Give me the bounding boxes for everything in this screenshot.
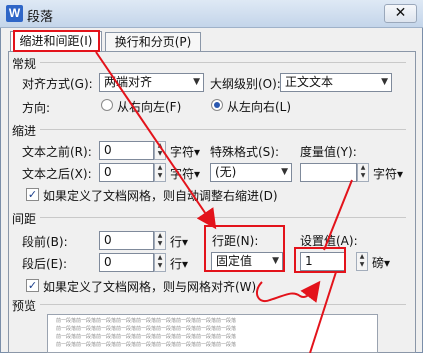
space-after-input[interactable]: 0 [99, 253, 154, 272]
direction-label: 方向: [22, 101, 51, 115]
chevron-down-icon: ▼ [281, 167, 288, 177]
rtl-radio[interactable] [101, 99, 113, 111]
outline-level-label: 大纲级别(O): [210, 77, 281, 91]
special-format-value: (无) [215, 165, 237, 179]
highlight-set-value-box [294, 247, 346, 273]
rtl-label: 从右向左(F) [117, 100, 182, 114]
ltr-radio[interactable] [211, 99, 223, 111]
close-button[interactable]: ✕ [384, 4, 417, 23]
ltr-label: 从左向右(L) [227, 100, 292, 114]
chevron-down-icon: ▼ [381, 77, 388, 87]
preview-text-line: 前一段落前一段落前一段落前一段落前一段落前一段落前一段落前一段落前一段落 [56, 334, 237, 340]
space-before-label: 段前(B): [22, 235, 68, 249]
dialog-title: 段落 [27, 10, 54, 25]
measure-unit[interactable]: 字符▾ [373, 165, 403, 182]
outline-level-value: 正文文本 [285, 75, 334, 89]
space-after-label: 段后(E): [22, 257, 67, 271]
set-value-unit[interactable]: 磅▾ [372, 254, 390, 271]
title-bar[interactable] [0, 0, 423, 28]
chevron-down-icon: ▼ [193, 77, 200, 87]
measure-label: 度量值(Y): [300, 145, 357, 159]
set-value-spinner[interactable]: ▲ ▼ [356, 252, 368, 271]
alignment-value: 两端对齐 [104, 75, 153, 89]
special-format-select[interactable]: (无) ▼ [210, 163, 292, 182]
space-before-input[interactable]: 0 [99, 231, 154, 250]
indent-before-unit[interactable]: 字符▾ [170, 143, 200, 160]
preview-pane: 前一段落前一段落前一段落前一段落前一段落前一段落前一段落前一段落前一段落 前一段… [47, 314, 378, 353]
indent-after-unit[interactable]: 字符▾ [170, 165, 200, 182]
indent-before-input[interactable]: 0 [99, 141, 154, 160]
section-spacing-label: 间距 [12, 212, 37, 226]
wps-app-icon: W [6, 5, 23, 22]
alignment-select[interactable]: 两端对齐 ▼ [99, 73, 204, 92]
tab-line-page-breaks[interactable]: 换行和分页(P) [105, 32, 201, 52]
auto-adjust-checkbox[interactable]: ✓ [26, 188, 39, 201]
outline-level-select[interactable]: 正文文本 ▼ [280, 73, 392, 92]
close-icon: ✕ [394, 5, 407, 21]
indent-after-label: 文本之后(X): [22, 167, 92, 181]
snap-grid-label: 如果定义了文档网格，则与网格对齐(W) [43, 280, 257, 294]
alignment-label: 对齐方式(G): [22, 77, 93, 91]
preview-text-line: 前一段落前一段落前一段落前一段落前一段落前一段落前一段落前一段落前一段落 [56, 326, 237, 332]
divider [40, 217, 406, 218]
space-after-unit[interactable]: 行▾ [170, 255, 188, 272]
space-before-unit[interactable]: 行▾ [170, 233, 188, 250]
highlight-tab-box [13, 30, 100, 52]
indent-before-label: 文本之前(R): [22, 145, 92, 159]
highlight-line-spacing-box [204, 225, 285, 272]
auto-adjust-label: 如果定义了文档网格，则自动调整右缩进(D) [43, 189, 278, 203]
special-format-label: 特殊格式(S): [210, 145, 280, 159]
section-preview-label: 预览 [12, 299, 37, 313]
section-indent-label: 缩进 [12, 124, 37, 138]
measure-input[interactable] [300, 163, 357, 182]
divider [40, 62, 406, 63]
preview-text-line: 前一段落前一段落前一段落前一段落前一段落前一段落前一段落前一段落前一段落 [56, 342, 237, 348]
preview-text-line: 前一段落前一段落前一段落前一段落前一段落前一段落前一段落前一段落前一段落 [56, 318, 237, 324]
indent-after-spinner[interactable]: ▲ ▼ [154, 163, 166, 182]
indent-before-spinner[interactable]: ▲ ▼ [154, 141, 166, 160]
snap-grid-checkbox[interactable]: ✓ [26, 279, 39, 292]
space-after-spinner[interactable]: ▲ ▼ [154, 253, 166, 272]
section-general-label: 常规 [12, 57, 37, 71]
divider [40, 129, 406, 130]
space-before-spinner[interactable]: ▲ ▼ [154, 231, 166, 250]
measure-spinner[interactable]: ▲ ▼ [357, 163, 369, 182]
divider [40, 304, 406, 305]
indent-after-input[interactable]: 0 [99, 163, 154, 182]
